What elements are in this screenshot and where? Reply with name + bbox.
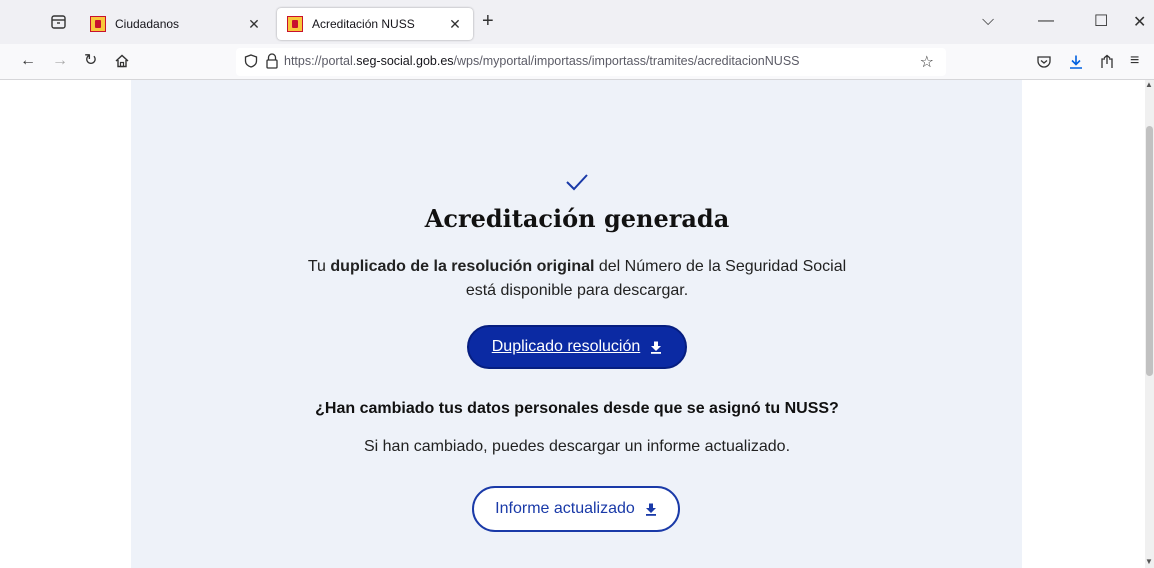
informe-actualizado-button[interactable]: Informe actualizado (472, 486, 680, 532)
back-arrow-icon[interactable]: ← (20, 52, 36, 70)
scrollbar[interactable]: ▲ ▼ (1145, 80, 1154, 568)
chevron-down-icon[interactable]: ⌵ (982, 12, 994, 30)
info-text: Si han cambiado, puedes descargar un inf… (363, 438, 791, 455)
download-icon (645, 503, 656, 516)
button-label: Duplicado resolución (491, 338, 641, 355)
intro-bold-text: duplicado de la resolución original (330, 258, 595, 275)
page-viewport: Acreditación generada Tu duplicado de la… (0, 80, 1145, 568)
pocket-icon[interactable] (1036, 54, 1052, 70)
download-icon (651, 341, 662, 354)
hamburger-menu-icon[interactable]: ≡ (1130, 52, 1139, 70)
chevron-down-icon[interactable]: ▼ (1145, 557, 1153, 566)
scroll-thumb[interactable] (1146, 126, 1153, 376)
button-label: Informe actualizado (495, 500, 635, 517)
tab-label: Ciudadanos (115, 17, 180, 31)
duplicado-resolucion-button[interactable]: Duplicado resolución (467, 325, 687, 369)
tab-acreditacion-nuss[interactable]: Acreditación NUSS ✕ (277, 8, 473, 40)
tab-label: Acreditación NUSS (312, 17, 415, 31)
tab-strip: Ciudadanos ✕ Acreditación NUSS ✕ + ⌵ — ☐… (0, 0, 1154, 44)
url-text[interactable]: https://portal.seg-social.gob.es/wps/myp… (284, 54, 800, 68)
shield-icon[interactable] (244, 54, 258, 68)
window-close-icon[interactable]: ✕ (1133, 12, 1146, 32)
navigation-toolbar: ← → ↻ https://portal.seg-social.gob.es/w… (0, 44, 1154, 80)
site-favicon-icon (287, 16, 303, 32)
lock-icon[interactable] (265, 53, 279, 69)
tab-ciudadanos[interactable]: Ciudadanos ✕ (80, 8, 272, 40)
forward-arrow-icon[interactable]: → (52, 52, 68, 70)
check-icon (566, 174, 588, 191)
question-heading: ¿Han cambiado tus datos personales desde… (315, 400, 839, 417)
star-icon[interactable]: ☆ (920, 52, 934, 72)
tab-list-icon[interactable] (50, 14, 68, 30)
share-icon[interactable] (1099, 54, 1115, 70)
minimize-icon[interactable]: — (1038, 12, 1054, 30)
maximize-icon[interactable]: ☐ (1094, 11, 1108, 31)
close-icon[interactable]: ✕ (242, 16, 266, 33)
site-favicon-icon (90, 16, 106, 32)
download-icon[interactable] (1068, 54, 1084, 70)
new-tab-plus-icon[interactable]: + (482, 11, 494, 31)
intro-text: Tu duplicado de la resolución original d… (307, 258, 847, 299)
page-title: Acreditación generada (424, 204, 730, 233)
chevron-up-icon[interactable]: ▲ (1145, 80, 1153, 89)
reload-icon[interactable]: ↻ (84, 52, 97, 70)
close-icon[interactable]: ✕ (443, 16, 467, 33)
home-icon[interactable] (114, 53, 130, 69)
url-bar[interactable]: https://portal.seg-social.gob.es/wps/myp… (236, 48, 946, 76)
